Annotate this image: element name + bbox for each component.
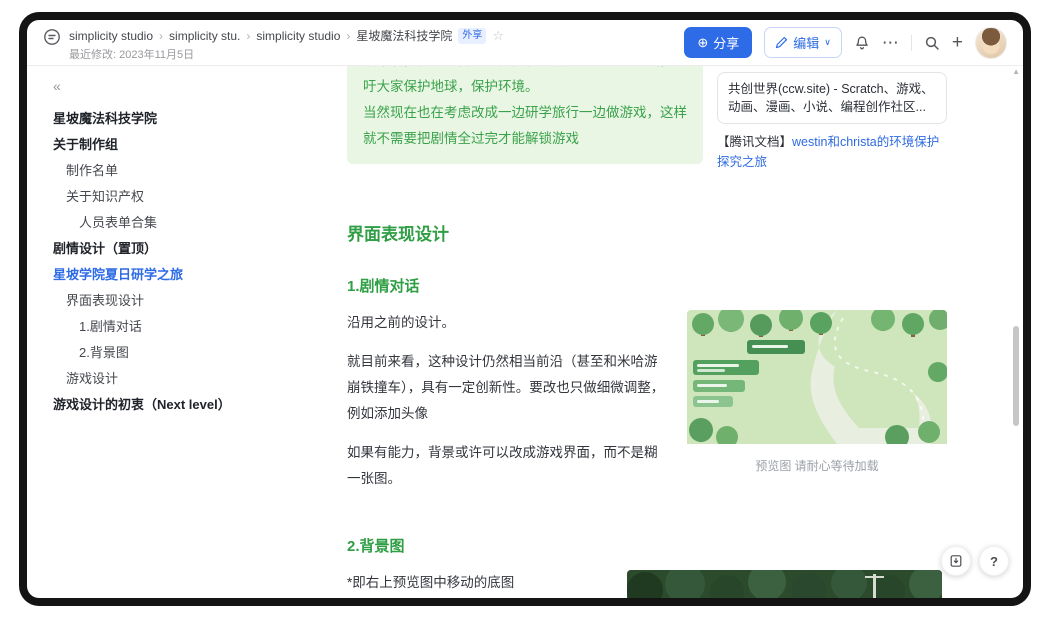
edit-button[interactable]: 编辑 ∨ <box>764 27 842 58</box>
subsection-1-row: 沿用之前的设计。 就目前来看，这种设计仍然相当前沿（甚至和米哈游崩铁撞车），具有… <box>347 310 947 505</box>
paragraph: 就目前来看，这种设计仍然相当前沿（甚至和米哈游崩铁撞车），具有一定创新性。要改也… <box>347 354 665 421</box>
subsection-2-text: *即右上预览图中移动的底图 使用亲自拍摄的写实景象，以及AI生成图 <box>347 570 609 598</box>
callout-paragraph: 结束后，他们将自己的见闻和感悟做成了一个游戏，呼吁大家保护地球，保护环境。 <box>363 66 687 94</box>
sidebar-item[interactable]: 关于制作组 <box>53 132 251 158</box>
notification-bell-icon[interactable] <box>854 35 870 51</box>
edit-button-label: 编辑 <box>793 36 820 51</box>
sidebar-item[interactable]: 1.剧情对话 <box>53 314 251 340</box>
subsection-1-text: 沿用之前的设计。 就目前来看，这种设计仍然相当前沿（甚至和米哈游崩铁撞车），具有… <box>347 310 669 505</box>
doc-link-line: 【腾讯文档】westin和christa的环境保护探究之旅 <box>717 132 947 172</box>
breadcrumb-item[interactable]: simplicity studio <box>69 29 153 43</box>
sidebar-item[interactable]: 界面表现设计 <box>53 288 251 314</box>
download-button[interactable] <box>941 546 971 576</box>
plus-icon[interactable]: + <box>952 33 963 52</box>
scrollbar-thumb[interactable] <box>1013 326 1019 426</box>
topbar: simplicity studio › simplicity stu. › simpli… <box>27 20 1023 66</box>
content-area: 结束后，他们将自己的见闻和感悟做成了一个游戏，呼吁大家保护地球，保护环境。当然现… <box>259 66 1023 598</box>
breadcrumb-separator: › <box>346 28 351 43</box>
download-icon <box>950 555 962 567</box>
subsection-1-title: 1.剧情对话 <box>347 278 420 295</box>
shared-badge: 外享 <box>458 27 487 44</box>
topbar-actions: ⊕ 分享 编辑 ∨ ⋯ + <box>684 26 1007 59</box>
share-button-label: 分享 <box>713 36 740 51</box>
paragraph: 沿用之前的设计。 <box>347 315 455 330</box>
avatar[interactable] <box>975 26 1007 59</box>
callout-paragraph: 当然现在也在考虑改成一边研学旅行一边做游戏，这样就不需要把剧情全过完才能解锁游戏 <box>363 105 687 146</box>
sidebar-item[interactable]: 2.背景图 <box>53 340 251 366</box>
collapse-sidebar-button[interactable]: « <box>53 78 61 94</box>
document-top-row: 结束后，他们将自己的见闻和感悟做成了一个游戏，呼吁大家保护地球，保护环境。当然现… <box>347 66 947 172</box>
image-caption: 预览图 请耐心等待加载 <box>755 459 879 473</box>
sidebar-item[interactable]: 游戏设计 <box>53 366 251 392</box>
sidebar-item[interactable]: 关于知识产权 <box>53 184 251 210</box>
subsection-2-row: *即右上预览图中移动的底图 使用亲自拍摄的写实景象，以及AI生成图 <box>347 570 947 598</box>
pencil-icon <box>775 36 788 49</box>
more-icon[interactable]: ⋯ <box>882 34 899 51</box>
paragraph: *即右上预览图中移动的底图 <box>347 575 515 590</box>
sidebar-item[interactable]: 星坡魔法科技学院 <box>53 106 251 132</box>
floating-tools: ? <box>941 546 1009 576</box>
toolbar-divider <box>910 34 912 51</box>
sidebar-item[interactable]: 制作名单 <box>53 158 251 184</box>
share-icon: ⊕ <box>697 34 709 50</box>
section-title: 界面表现设计 <box>347 225 449 244</box>
background-video-figure <box>627 570 942 598</box>
breadcrumb-item[interactable]: 星坡魔法科技学院 <box>356 27 452 44</box>
app-body: « 星坡魔法科技学院 关于制作组 制作名单 关于知识产权 人员表单合集 剧情设计（置顶）星… <box>27 66 1023 598</box>
document: 结束后，他们将自己的见闻和感悟做成了一个游戏，呼吁大家保护地球，保护环境。当然现… <box>347 66 947 598</box>
favorite-star-icon[interactable]: ☆ <box>492 28 504 43</box>
game-preview-figure: 预览图 请耐心等待加载 <box>687 310 947 474</box>
app: simplicity studio › simplicity stu. › simpli… <box>27 20 1023 598</box>
sidebar-nav: 星坡魔法科技学院 关于制作组 制作名单 关于知识产权 人员表单合集 剧情设计（置顶） 星坡学… <box>53 106 251 418</box>
side-column: 共创世界(ccw.site) - Scratch、游戏、动画、漫画、小说、编程创… <box>717 66 947 172</box>
breadcrumb-item[interactable]: simplicity stu. <box>169 29 240 43</box>
sidebar-item[interactable]: 星坡学院夏日研学之旅 <box>53 262 251 288</box>
subsection-2-title: 2.背景图 <box>347 538 405 555</box>
app-window: simplicity studio › simplicity stu. › simpli… <box>19 12 1031 606</box>
breadcrumb-separator: › <box>159 28 164 43</box>
callout: 结束后，他们将自己的见闻和感悟做成了一个游戏，呼吁大家保护地球，保护环境。当然现… <box>347 66 703 164</box>
background-video-thumbnail[interactable] <box>627 570 942 598</box>
paragraph: 如果有能力，背景或许可以改成游戏界面，而不是糊一张图。 <box>347 445 658 486</box>
sidebar-item[interactable]: 剧情设计（置顶） <box>53 236 251 262</box>
app-logo-icon[interactable] <box>43 28 61 46</box>
game-preview-image[interactable] <box>687 310 947 449</box>
breadcrumb-row: simplicity studio › simplicity stu. › simpli… <box>69 27 504 44</box>
help-button[interactable]: ? <box>979 546 1009 576</box>
search-icon[interactable] <box>924 35 940 51</box>
topbar-left: simplicity studio › simplicity stu. › simpli… <box>43 23 504 62</box>
breadcrumb-separator: › <box>246 28 251 43</box>
breadcrumb: simplicity studio › simplicity stu. › simpli… <box>69 27 452 44</box>
link-preview-card[interactable]: 共创世界(ccw.site) - Scratch、游戏、动画、漫画、小说、编程创… <box>717 72 947 124</box>
sidebar-item[interactable]: 游戏设计的初衷（Next level） <box>53 392 251 418</box>
chevron-down-icon: ∨ <box>824 37 831 47</box>
breadcrumb-item[interactable]: simplicity studio <box>256 29 340 43</box>
scrollbar <box>1011 70 1021 590</box>
share-button[interactable]: ⊕ 分享 <box>684 27 753 58</box>
topbar-meta: simplicity studio › simplicity stu. › simpli… <box>69 23 504 62</box>
doc-link-prefix: 【腾讯文档】 <box>717 135 793 149</box>
sidebar-item[interactable]: 人员表单合集 <box>53 210 251 236</box>
last-modified-text: 最近修改: 2023年11月5日 <box>69 49 195 61</box>
sidebar: « 星坡魔法科技学院 关于制作组 制作名单 关于知识产权 人员表单合集 剧情设计（置顶）星… <box>27 66 259 598</box>
